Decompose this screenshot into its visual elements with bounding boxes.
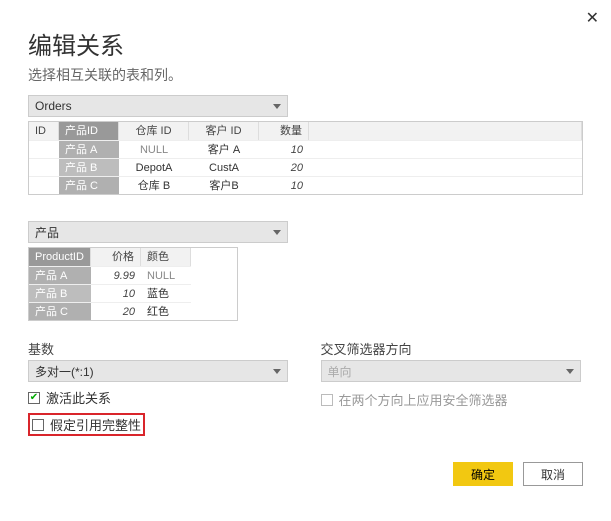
col-customer-id[interactable]: 客户 ID bbox=[189, 122, 259, 140]
table2-header-row: ProductID 价格 颜色 bbox=[29, 248, 237, 266]
table1-select[interactable]: Orders bbox=[28, 95, 288, 117]
col-product-id[interactable]: ProductID bbox=[29, 248, 91, 266]
table2: ProductID 价格 颜色 产品 A 9.99 NULL 产品 B 10 蓝… bbox=[28, 247, 238, 321]
cell-qty: 10 bbox=[259, 140, 309, 158]
table-row[interactable]: 产品 A NULL 客户 A 10 bbox=[29, 140, 582, 158]
cardinality-label: 基数 bbox=[28, 339, 291, 358]
security-filter-checkbox[interactable] bbox=[321, 394, 333, 406]
cell-color: 蓝色 bbox=[141, 284, 191, 302]
cell-product: 产品 A bbox=[59, 140, 119, 158]
cell-depot: NULL bbox=[119, 140, 189, 158]
dialog-subtitle: 选择相互关联的表和列。 bbox=[28, 65, 583, 85]
col-id[interactable]: ID bbox=[29, 122, 59, 140]
cell-qty: 20 bbox=[259, 158, 309, 176]
assume-integrity-label: 假定引用完整性 bbox=[50, 415, 141, 434]
cell-qty: 10 bbox=[259, 176, 309, 194]
cell-depot: 仓库 B bbox=[119, 176, 189, 194]
cell-price: 10 bbox=[91, 284, 141, 302]
cardinality-value: 多对一(*:1) bbox=[35, 363, 273, 380]
dialog-title: 编辑关系 bbox=[28, 26, 583, 61]
chevron-down-icon bbox=[566, 369, 574, 374]
chevron-down-icon bbox=[273, 230, 281, 235]
cancel-button[interactable]: 取消 bbox=[523, 462, 583, 486]
crossfilter-select[interactable]: 单向 bbox=[321, 360, 581, 382]
table1-select-label: Orders bbox=[35, 99, 273, 113]
table-row[interactable]: 产品 B 10 蓝色 bbox=[29, 284, 237, 302]
cell-customer: 客户 A bbox=[189, 140, 259, 158]
cell-product: 产品 C bbox=[29, 302, 91, 320]
table-row[interactable]: 产品 B DepotA CustA 20 bbox=[29, 158, 582, 176]
close-icon[interactable]: ✕ bbox=[586, 8, 599, 28]
crossfilter-label: 交叉筛选器方向 bbox=[321, 339, 584, 358]
assume-integrity-highlight: 假定引用完整性 bbox=[28, 413, 145, 436]
activate-checkbox[interactable]: ✔ bbox=[28, 392, 40, 404]
table2-select[interactable]: 产品 bbox=[28, 221, 288, 243]
cell-product: 产品 C bbox=[59, 176, 119, 194]
cardinality-select[interactable]: 多对一(*:1) bbox=[28, 360, 288, 382]
activate-relationship-row: ✔ 激活此关系 bbox=[28, 388, 291, 407]
ok-button[interactable]: 确定 bbox=[453, 462, 513, 486]
cell-price: 9.99 bbox=[91, 266, 141, 284]
table2-select-label: 产品 bbox=[35, 224, 273, 241]
cell-product: 产品 A bbox=[29, 266, 91, 284]
chevron-down-icon bbox=[273, 369, 281, 374]
security-filter-label: 在两个方向上应用安全筛选器 bbox=[339, 390, 508, 409]
assume-integrity-checkbox[interactable] bbox=[32, 419, 44, 431]
dialog-footer: 确定 取消 bbox=[28, 462, 583, 486]
cell-product: 产品 B bbox=[29, 284, 91, 302]
col-product-id[interactable]: 产品ID bbox=[59, 122, 119, 140]
crossfilter-value: 单向 bbox=[328, 363, 566, 380]
col-price[interactable]: 价格 bbox=[91, 248, 141, 266]
table1-header-row: ID 产品ID 仓库 ID 客户 ID 数量 bbox=[29, 122, 582, 140]
col-depot-id[interactable]: 仓库 ID bbox=[119, 122, 189, 140]
cell-customer: 客户B bbox=[189, 176, 259, 194]
cell-color: NULL bbox=[141, 266, 191, 284]
edit-relationship-dialog: ✕ 编辑关系 选择相互关联的表和列。 Orders ID 产品ID 仓库 ID … bbox=[0, 0, 611, 504]
col-qty[interactable]: 数量 bbox=[259, 122, 309, 140]
table-row[interactable]: 产品 C 20 红色 bbox=[29, 302, 237, 320]
table-row[interactable]: 产品 A 9.99 NULL bbox=[29, 266, 237, 284]
chevron-down-icon bbox=[273, 104, 281, 109]
cell-product: 产品 B bbox=[59, 158, 119, 176]
cell-depot: DepotA bbox=[119, 158, 189, 176]
table-row[interactable]: 产品 C 仓库 B 客户B 10 bbox=[29, 176, 582, 194]
cell-price: 20 bbox=[91, 302, 141, 320]
relationship-options: 基数 多对一(*:1) ✔ 激活此关系 假定引用完整性 交叉筛选器方向 单向 bbox=[28, 339, 583, 436]
cell-color: 红色 bbox=[141, 302, 191, 320]
cell-customer: CustA bbox=[189, 158, 259, 176]
table1: ID 产品ID 仓库 ID 客户 ID 数量 产品 A NULL 客户 A 10… bbox=[28, 121, 583, 195]
activate-label: 激活此关系 bbox=[46, 388, 111, 407]
col-color[interactable]: 颜色 bbox=[141, 248, 191, 266]
